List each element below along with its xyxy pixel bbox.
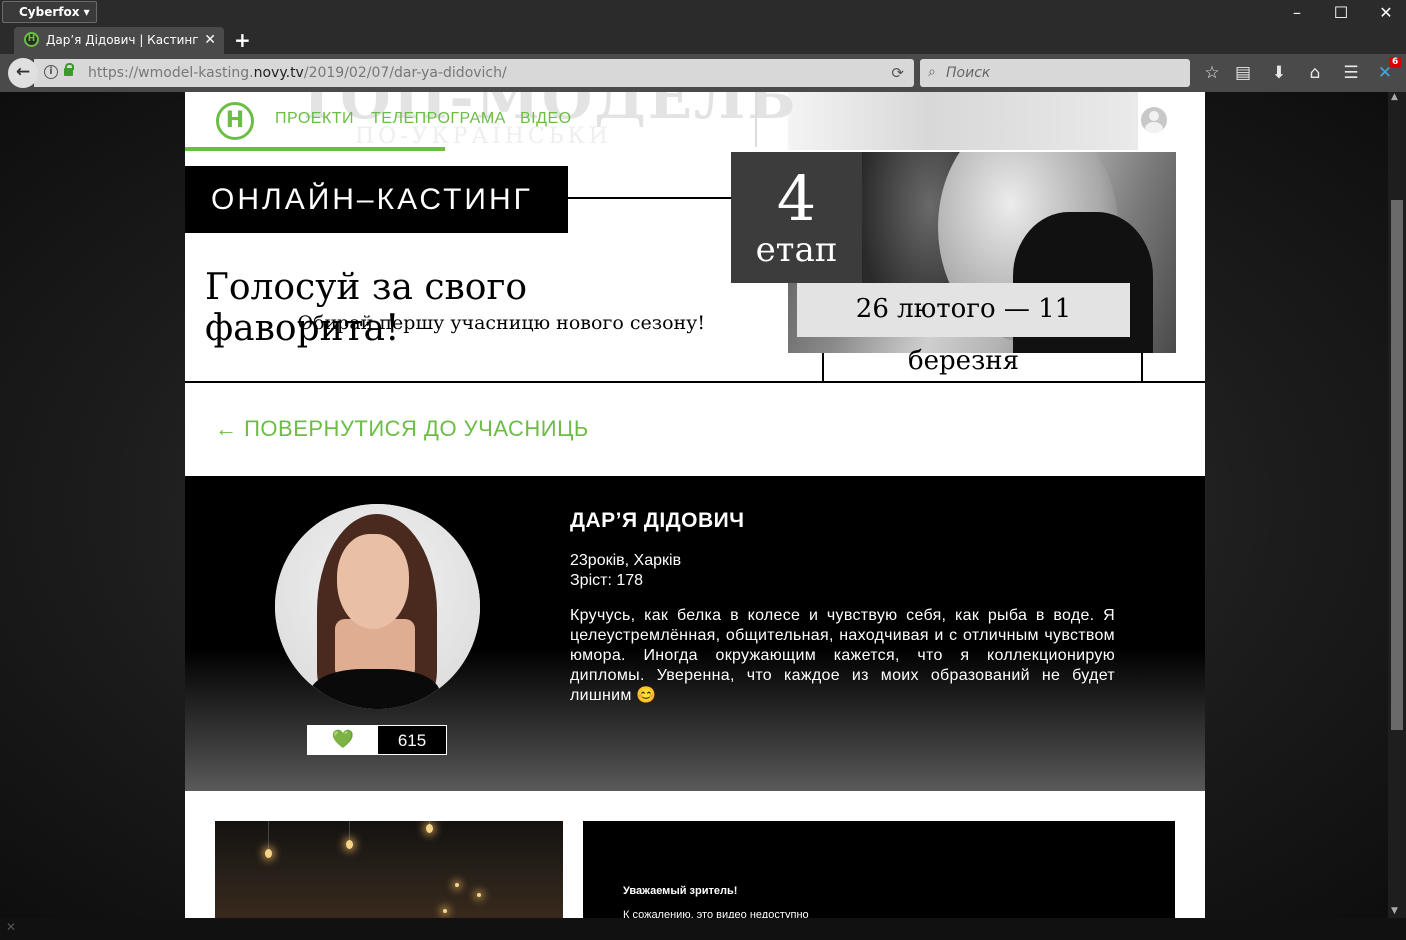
header-divider [755,92,757,147]
participant-avatar [275,504,480,709]
casting-label: ОНЛАЙН–КАСТИНГ [185,166,568,233]
close-tab-icon[interactable]: ✕ [204,27,216,53]
tab-strip: Н Дар’я Дідович | Кастинг ✕ + [0,26,1406,54]
reading-list-icon[interactable]: ▤ [1228,54,1258,92]
participant-meta: 23років, Харків Зріст: 178 [570,551,681,591]
page-viewport: ТОП-МОДЕЛЬ ПО-УКРАЇНСЬКИ Н ПРОЕКТИ ТЕЛЕП… [0,92,1388,918]
site-header: ТОП-МОДЕЛЬ ПО-УКРАЇНСЬКИ Н ПРОЕКТИ ТЕЛЕП… [185,92,1205,152]
search-placeholder: Поиск [946,65,991,81]
participant-photo[interactable] [215,821,563,918]
banner-vertical-line [1141,353,1143,382]
download-icon[interactable]: ⬇ [1264,54,1294,92]
maximize-button[interactable]: ☐ [1321,0,1361,26]
site-favicon-icon: Н [24,32,39,47]
scrollbar-thumb[interactable] [1391,200,1403,730]
participant-height: Зріст: 178 [570,572,644,589]
browser-window: Cyberfox ▾ – ☐ ✕ Н Дар’я Дідович | Касти… [0,0,1406,940]
back-to-participants-link[interactable]: ← ПОВЕРНУТИСЯ ДО УЧАСНИЦЬ [215,416,589,442]
extension-badge: 6 [1389,57,1402,68]
banner-bottom-line [185,381,1205,383]
video-error-title: Уважаемый зритель! [623,885,738,897]
vote-widget: 💚 615 [307,725,447,755]
title-bar: Cyberfox ▾ – ☐ ✕ [0,0,1406,26]
video-error-message: К сожалению, это видео недоступно [623,909,809,918]
info-icon[interactable]: i [44,65,58,79]
stage-box: 4 етап [731,152,862,283]
search-box[interactable]: ⌕ Поиск [920,59,1190,87]
scroll-up-icon[interactable]: ▲ [1391,92,1398,102]
participant-bio: Кручусь, как белка в колесе и чувствую с… [570,607,1115,704]
banner-line [568,197,733,199]
tab-active[interactable]: Н Дар’я Дідович | Кастинг ✕ [14,27,224,54]
participant-age-city: 23років, Харків [570,552,682,569]
vertical-scrollbar[interactable]: ▲ ▼ [1388,92,1406,918]
banner-subline: Обирай першу учасницю нового сезону! [297,312,706,334]
media-section: Уважаемый зритель! К сожалению, это виде… [185,791,1205,918]
nav-projects[interactable]: ПРОЕКТИ [275,110,354,128]
reload-icon[interactable]: ⟳ [891,59,904,87]
bookmark-star-icon[interactable]: ☆ [1197,54,1227,92]
vote-heart-button[interactable]: 💚 [308,726,378,754]
nav-tv-program[interactable]: ТЕЛЕПРОГРАМА [371,110,506,128]
stage-dates: 26 лютого — 11 березня [797,283,1130,376]
banner-headline: Голосуй за свого фаворита! [205,267,528,349]
status-bar: ✕ [0,918,1406,940]
participant-name: ДАР’Я ДІДОВИЧ [570,509,745,532]
header-photo [788,92,1138,150]
search-icon: ⌕ [928,64,936,80]
url-text: https://wmodel-kasting.novy.tv/2019/02/0… [88,65,507,81]
back-button[interactable]: ← [8,58,38,88]
close-statusbar-icon[interactable]: ✕ [6,920,16,934]
stage-number: 4 [776,162,817,235]
video-player[interactable]: Уважаемый зритель! К сожалению, это виде… [583,821,1175,918]
user-account-icon[interactable] [1141,107,1167,133]
participant-profile: 💚 615 ДАР’Я ДІДОВИЧ 23років, Харків Зріс… [185,476,1205,791]
casting-banner: ОНЛАЙН–КАСТИНГ Голосуй за свого фаворита… [185,152,1205,383]
site-logo[interactable]: Н [216,102,254,140]
stage-label: етап [755,230,838,270]
close-window-button[interactable]: ✕ [1366,0,1406,26]
scroll-down-icon[interactable]: ▼ [1391,906,1398,916]
app-menu-button[interactable]: Cyberfox ▾ [2,1,97,23]
page-content: ТОП-МОДЕЛЬ ПО-УКРАЇНСЬКИ Н ПРОЕКТИ ТЕЛЕП… [185,92,1205,918]
nav-video[interactable]: ВІДЕО [520,110,572,128]
home-icon[interactable]: ⌂ [1300,54,1330,92]
minimize-button[interactable]: – [1277,0,1317,26]
tab-title: Дар’я Дідович | Кастинг [46,33,199,47]
lock-icon [64,63,74,76]
banner-vertical-line [822,353,824,382]
url-bar[interactable]: i https://wmodel-kasting.novy.tv/2019/02… [34,59,914,87]
vote-count: 615 [397,731,427,750]
header-accent-bar [185,147,445,151]
menu-icon[interactable]: ☰ [1336,54,1366,92]
navigation-bar: i https://wmodel-kasting.novy.tv/2019/02… [0,54,1406,92]
new-tab-button[interactable]: + [234,27,251,53]
